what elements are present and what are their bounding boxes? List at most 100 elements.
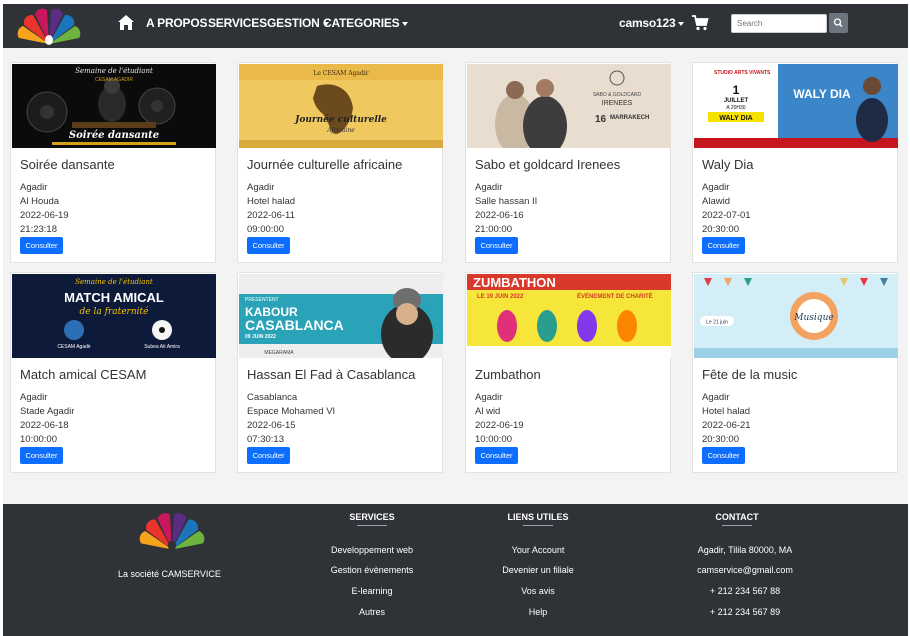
poster-6-top: PRESENTENT: [245, 297, 279, 303]
event-time: 07:30:13: [247, 434, 284, 445]
brand-logo[interactable]: [17, 8, 81, 46]
cart-icon[interactable]: [691, 14, 709, 32]
nav-gestion-dropdown[interactable]: GESTION: [267, 16, 329, 30]
event-title: Match amical CESAM: [20, 367, 147, 382]
event-city: Agadir: [702, 392, 730, 403]
chevron-down-icon: [402, 21, 409, 26]
event-card: SABO & GOLDCARD IRENEES 16 MARRAKECH Sab…: [465, 62, 671, 263]
nav-a-propos[interactable]: A PROPOS: [146, 16, 208, 30]
event-card: Musique Le 21 juin Fête de la music Agad…: [692, 272, 898, 473]
event-city: Agadir: [475, 182, 503, 193]
event-time: 21:23:18: [20, 224, 57, 235]
event-date: 2022-06-18: [20, 420, 69, 431]
user-name: camso123: [619, 16, 676, 30]
search-input[interactable]: [731, 14, 827, 33]
consulter-button[interactable]: Consulter: [475, 447, 518, 464]
poster-6-main2: CASABLANCA: [245, 317, 344, 333]
home-icon[interactable]: [117, 14, 135, 32]
event-card: Semaine de l'étudiant CESAM AGADIR Soiré…: [10, 62, 216, 263]
consulter-button[interactable]: Consulter: [20, 447, 63, 464]
poster-3-main: SABO & GOLDCARD: [593, 92, 642, 98]
consulter-button[interactable]: Consulter: [702, 237, 745, 254]
poster-2-top: Le CESAM Agadir: [313, 70, 368, 77]
event-venue: Al wid: [475, 406, 501, 417]
event-poster[interactable]: STUDIO ARTS VIVANTS 1 JUILLET A 20H30 WA…: [694, 64, 898, 148]
event-venue: Espace Mohamed VI: [247, 406, 336, 417]
user-menu-dropdown[interactable]: camso123: [619, 16, 685, 30]
poster-1-sub: CESAM AGADIR: [95, 77, 133, 83]
footer-link-help[interactable]: Help: [529, 607, 548, 617]
poster-5-main: MATCH AMICAL: [64, 290, 164, 305]
nav-services-label: SERVICES: [208, 16, 267, 30]
poster-4-name: WALY DIA: [719, 115, 752, 122]
poster-5-right: Subea Ait Amira: [144, 344, 180, 350]
event-poster[interactable]: Le CESAM Agadir Journée culturelle Afric…: [239, 64, 443, 148]
nav-gestion-label: GESTION: [267, 16, 320, 30]
consulter-button[interactable]: Consulter: [247, 447, 290, 464]
poster-5-top: Semaine de l'étudiant: [75, 278, 153, 286]
event-venue: Hotel halad: [247, 196, 296, 207]
footer-link-avis[interactable]: Vos avis: [521, 586, 555, 596]
event-date: 2022-06-11: [247, 210, 295, 221]
footer-link-dev-web[interactable]: Developpement web: [331, 545, 413, 555]
event-poster[interactable]: Semaine de l'étudiant CESAM AGADIR Soiré…: [12, 64, 216, 148]
contact-phone-2: + 212 234 567 89: [709, 607, 781, 617]
event-poster[interactable]: PRESENTENT KABOUR CASABLANCA 09 JUIN 202…: [239, 274, 443, 358]
poster-7-sub: ÉVÉNEMENT DE CHARITÉ: [577, 292, 653, 300]
consulter-button[interactable]: Consulter: [247, 237, 290, 254]
event-poster[interactable]: Musique Le 21 juin: [694, 274, 898, 358]
poster-4-brand: STUDIO ARTS VIVANTS: [714, 70, 771, 76]
event-poster[interactable]: Semaine de l'étudiant MATCH AMICAL de la…: [12, 274, 216, 358]
contact-address: Agadir, Tilila 80000, MA: [697, 545, 793, 555]
poster-3-city: MARRAKECH: [610, 115, 649, 121]
poster-1-top: Semaine de l'étudiant: [75, 67, 153, 75]
event-title: Soirée dansante: [20, 157, 115, 172]
search-icon: [833, 18, 843, 27]
event-poster[interactable]: SABO & GOLDCARD IRENEES 16 MARRAKECH: [467, 64, 671, 148]
brand-logo: [139, 513, 205, 551]
nav-categories-label: CATEGORIES: [323, 16, 400, 30]
consulter-button[interactable]: Consulter: [20, 237, 63, 254]
poster-4-day: 1: [733, 83, 740, 97]
nav-a-propos-label: A PROPOS: [146, 16, 208, 30]
consulter-button[interactable]: Consulter: [475, 237, 518, 254]
event-time: 20:30:00: [702, 224, 739, 235]
event-card: STUDIO ARTS VIVANTS 1 JUILLET A 20H30 WA…: [692, 62, 898, 263]
poster-7-date: LE 19 JUIN 2022: [477, 294, 524, 300]
footer-link-elearning[interactable]: E-learning: [351, 586, 392, 596]
event-venue: Salle hassan II: [475, 196, 538, 207]
footer-link-filiale[interactable]: Devenier un filiale: [502, 565, 574, 575]
event-time: 10:00:00: [475, 434, 512, 445]
event-city: Agadir: [702, 182, 730, 193]
event-venue: Al Houda: [20, 196, 60, 207]
poster-8-tag: Le 21 juin: [706, 320, 728, 326]
event-card: Semaine de l'étudiant MATCH AMICAL de la…: [10, 272, 216, 473]
poster-2-sub: Africaine: [326, 127, 355, 134]
poster-6-venue: MEGARAMA: [264, 350, 294, 356]
event-city: Agadir: [475, 392, 503, 403]
top-navbar: A PROPOS SERVICES GESTION CATEGORIES cam…: [3, 4, 908, 48]
poster-2-main: Journée culturelle: [293, 114, 387, 125]
event-venue: Stade Agadir: [20, 406, 75, 417]
event-date: 2022-06-15: [247, 420, 296, 431]
event-title: Fête de la music: [702, 367, 798, 382]
event-poster[interactable]: ZUMBATHON LE 19 JUIN 2022 ÉVÉNEMENT DE C…: [467, 274, 671, 358]
event-venue: Hotel halad: [702, 406, 751, 417]
footer-link-gestion[interactable]: Gestion évènements: [331, 565, 414, 575]
contact-email[interactable]: camservice@gmail.com: [697, 565, 793, 575]
footer-link-account[interactable]: Your Account: [512, 545, 565, 555]
poster-4-time: A 20H30: [726, 105, 745, 111]
poster-3-sub: IRENEES: [602, 100, 633, 107]
nav-categories-dropdown[interactable]: CATEGORIES: [323, 16, 409, 30]
poster-8-main: Musique: [793, 313, 833, 323]
nav-services[interactable]: SERVICES: [208, 16, 267, 30]
event-date: 2022-06-21: [702, 420, 751, 431]
footer-divider: [523, 525, 553, 526]
footer-heading-contact: CONTACT: [715, 512, 759, 522]
search-button[interactable]: [829, 13, 848, 33]
event-city: Agadir: [20, 392, 48, 403]
footer-link-autres[interactable]: Autres: [359, 607, 385, 617]
consulter-button[interactable]: Consulter: [702, 447, 745, 464]
poster-1-main: Soirée dansante: [69, 130, 159, 141]
event-title: Zumbathon: [475, 367, 541, 382]
